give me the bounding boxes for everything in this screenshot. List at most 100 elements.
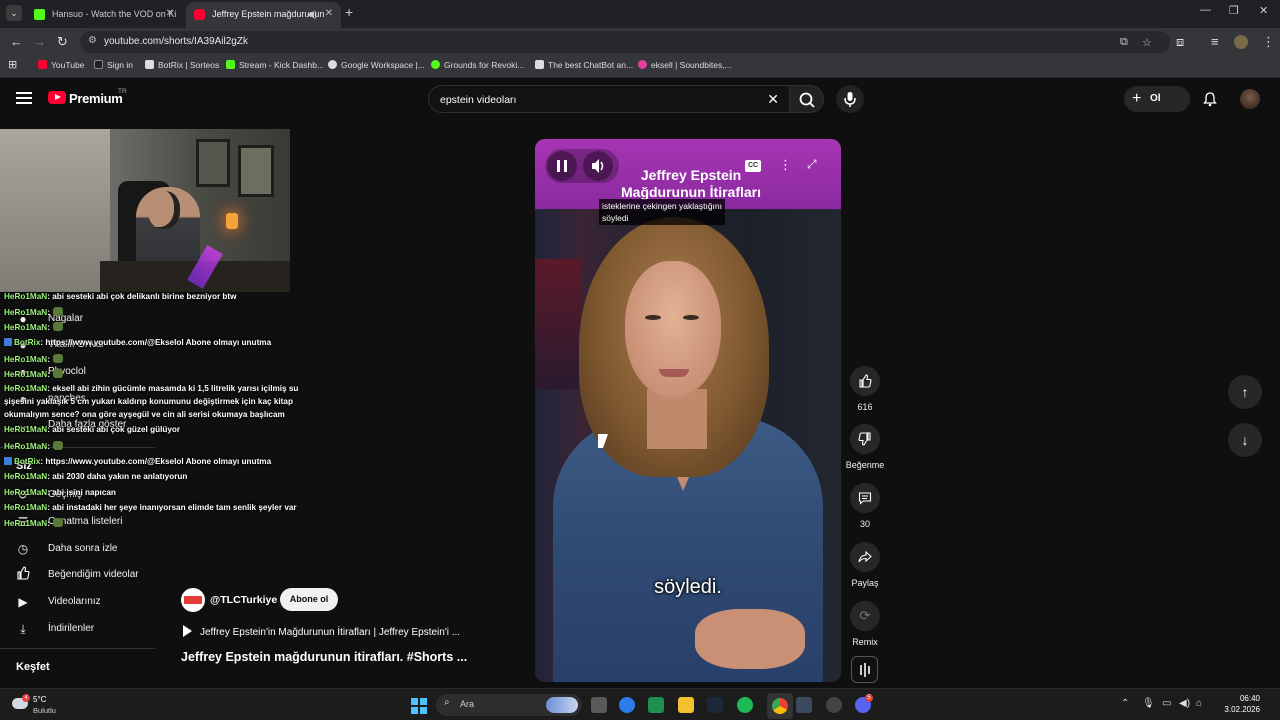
channel-avatar[interactable] [181,588,205,612]
bookmark-chatbot[interactable]: The best ChatBot an... [535,60,633,70]
pause-button[interactable] [547,151,577,181]
spotify-icon[interactable] [737,697,753,713]
youtube-logo-icon[interactable] [48,91,66,104]
tab-youtube-short[interactable]: Jeffrey Epstein mağdurunun ◀) ✕ [186,2,341,28]
extensions-icon[interactable]: ⧈ [1176,34,1184,50]
search-input[interactable]: epstein videoları ✕ [428,85,790,113]
close-window-icon[interactable]: ✕ [1259,4,1268,17]
chat-message: HeRo1MaN: [4,354,63,364]
install-app-icon[interactable]: ⧉ [1120,36,1128,49]
share-icon[interactable] [850,542,880,572]
share-action[interactable]: Paylaş [844,542,886,588]
emote-icon [52,369,63,378]
tab-kick-vod[interactable]: Hansuo - Watch the VOD on Ki ✕ [26,2,182,28]
woman-hands [695,609,805,669]
globe-icon [94,60,103,69]
dislike-action[interactable]: Beğenme [844,424,886,470]
new-tab-button[interactable]: + [345,4,353,20]
audio-track-button[interactable] [851,656,878,683]
site-info-icon[interactable]: ⚙ [88,35,97,46]
bookmark-eksell-soundbites[interactable]: eksell | Soundbites,... [638,60,732,70]
bookmark-kick-dashboard[interactable]: Stream - Kick Dashb... [226,60,324,70]
file-explorer-icon[interactable] [678,697,694,713]
forward-icon[interactable]: → [33,34,46,49]
minimize-icon[interactable]: — [1200,4,1211,16]
tray-overflow-icon[interactable]: ⌃ [1121,698,1129,709]
bookmark-botrix[interactable]: BotRix | Sorteos [145,60,219,70]
sidebar-divider [0,648,155,649]
microphone-icon[interactable]: 🎙︎ [1142,698,1155,709]
sidebar-item-label: Daha sonra izle [48,543,118,554]
fullscreen-icon[interactable]: ⤢ [807,157,817,172]
speaker-icon[interactable]: ◀) [1179,698,1190,709]
back-icon[interactable]: ← [10,34,23,49]
next-short-button[interactable]: ↓ [1228,423,1262,457]
excel-icon[interactable] [648,697,664,713]
comment-icon[interactable] [850,483,880,513]
bookmark-sign-in[interactable]: Sign in [94,60,133,70]
taskbar-search[interactable]: ⌕ Ara [436,694,582,716]
woman-eye [683,315,699,320]
previous-short-button[interactable]: ↑ [1228,375,1262,409]
comments-action[interactable]: 30 [844,483,886,529]
like-action[interactable]: 616 [844,366,886,412]
shorts-video-player[interactable]: Jeffrey Epstein Mağdurunun İtirafları is… [535,139,841,682]
address-bar[interactable]: ⚙ youtube.com/shorts/IA39Ail2gZk ⧉ ☆ [80,31,1170,53]
close-icon[interactable]: ✕ [325,2,333,26]
speaker-icon[interactable]: ◀) [307,2,317,26]
bookmark-grounds-revoke[interactable]: Grounds for Revoki... [431,60,524,70]
bookmark-youtube[interactable]: YouTube [38,60,84,70]
create-button[interactable]: + Ol [1124,86,1190,112]
chat-text: şişesini yaklaşık 5 cm yukarı kaldırıp k… [4,397,293,406]
youtube-premium-brand[interactable]: Premium [69,91,123,106]
reading-list-icon[interactable]: ≡ [1211,34,1219,49]
more-menu-icon[interactable]: ⋮ [1262,34,1275,50]
remix-icon[interactable]: ⟳ [850,601,880,631]
app-icon[interactable] [826,697,842,713]
remix-action[interactable]: ⟳ Remix [844,601,886,647]
chat-text: : abi sesteki abi çok delikanlı birine b… [47,292,237,301]
channel-name[interactable]: @TLCTurkiye [210,594,277,606]
related-video-link[interactable]: Jeffrey Epstein'in Mağdurunun İtirafları… [183,625,460,638]
kick-icon [226,60,235,69]
settings-gear-icon[interactable] [796,697,812,713]
windows-start-icon[interactable] [411,698,427,714]
clock-date: 3.02.2026 [1224,705,1260,714]
task-view-icon[interactable] [591,697,607,713]
wall-picture [238,145,274,197]
taskbar-clock[interactable]: 06:40 3.02.2026 [1212,693,1260,715]
captions-button[interactable]: CC [745,160,761,172]
more-options-icon[interactable]: ⋮ [779,157,792,173]
voice-search-button[interactable] [836,85,864,113]
close-icon[interactable]: ✕ [166,2,174,26]
subscribe-button[interactable]: Abone ol [280,588,338,611]
comment-count: 30 [859,519,870,529]
bookmark-star-icon[interactable]: ☆ [1142,36,1152,49]
chatbot-icon [535,60,544,69]
tab-search-icon[interactable]: ⌄ [6,5,22,21]
apps-grid-icon[interactable]: ⊞ [8,58,17,71]
thumbs-down-icon[interactable] [850,424,880,454]
hamburger-menu-icon[interactable] [16,92,32,104]
steam-icon[interactable] [707,697,723,713]
chat-message: HeRo1MaN: abi instadaki her şeye inanıyo… [4,503,297,512]
edge-icon[interactable] [619,697,635,713]
volume-button[interactable] [583,151,613,181]
chrome-icon[interactable] [772,698,788,714]
caption-line: isteklerine çekingen yaklaştığını [602,201,723,211]
network-icon[interactable]: ⌂ [1196,698,1202,709]
account-avatar[interactable] [1240,89,1260,109]
restore-icon[interactable]: ❐ [1229,4,1239,17]
display-icon[interactable]: ▭ [1162,698,1171,709]
thumbs-up-icon[interactable] [850,366,880,396]
chat-message: BotRix: https://www.youtube.com/@Ekselol… [4,338,271,347]
chat-message: HeRo1MaN: eksell abi zihin gücümle masam… [4,384,298,393]
bookmark-label: eksell | Soundbites,... [651,60,732,70]
search-button[interactable] [790,85,824,113]
caption-line: söyledi [602,213,629,223]
notifications-bell-icon[interactable] [1202,91,1218,112]
profile-avatar[interactable] [1234,35,1248,49]
reload-icon[interactable]: ↻ [57,34,68,50]
bookmark-google-workspace[interactable]: Google Workspace |... [328,60,425,70]
clear-search-icon[interactable]: ✕ [767,91,779,108]
